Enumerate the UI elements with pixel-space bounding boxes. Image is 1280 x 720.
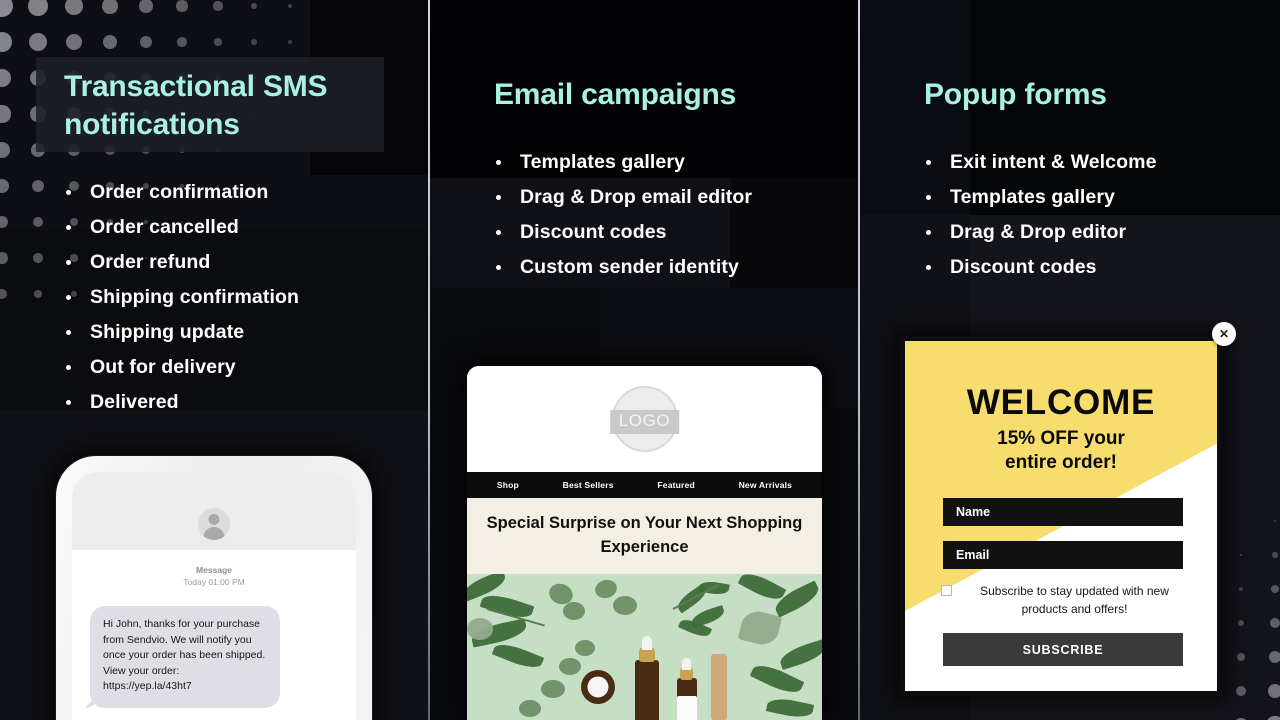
sms-bubble: Hi John, thanks for your purchase from S… — [90, 606, 280, 708]
close-icon[interactable]: ✕ — [1212, 322, 1236, 346]
list-item: Drag & Drop editor — [924, 215, 1157, 250]
consent-label: Subscribe to stay updated with new produ… — [980, 584, 1169, 616]
contact-avatar-icon — [198, 508, 230, 540]
list-item: Shipping confirmation — [64, 280, 299, 315]
list-item: Drag & Drop email editor — [494, 180, 752, 215]
column-heading-sms: Transactional SMS notifications — [64, 70, 328, 142]
consent-row[interactable]: Subscribe to stay updated with new produ… — [941, 582, 1191, 618]
popup-form-mockup: WELCOME 15% OFF your entire order! Name … — [900, 336, 1222, 696]
popup-yellow-shape — [905, 341, 1217, 611]
email-nav-item[interactable]: Shop — [497, 480, 519, 490]
message-timestamp: Today 01:00 PM — [183, 577, 245, 587]
phone-mockup: Message Today 01:00 PM Hi John, thanks f… — [56, 456, 372, 720]
list-item: Templates gallery — [494, 145, 752, 180]
popup-subtitle: 15% OFF your entire order! — [997, 428, 1125, 473]
email-logo-area: LOGO — [467, 366, 822, 472]
list-item: Out for delivery — [64, 350, 299, 385]
email-headline: Special Surprise on Your Next Shopping E… — [467, 498, 822, 574]
product-jar — [581, 670, 615, 704]
product-tube — [711, 654, 727, 720]
message-label: Message — [196, 565, 232, 575]
column-heading-email: Email campaigns — [494, 78, 737, 111]
list-item: Shipping update — [64, 315, 299, 350]
list-item: Delivered — [64, 385, 299, 420]
email-hero-photo — [467, 574, 822, 720]
feature-list-sms: Order confirmation Order cancelled Order… — [64, 175, 299, 420]
email-nav-bar: Shop Best Sellers Featured New Arrivals — [467, 472, 822, 498]
feature-list-popup: Exit intent & Welcome Templates gallery … — [924, 145, 1157, 285]
message-meta: Message Today 01:00 PM — [72, 550, 356, 588]
email-template-mockup: LOGO Shop Best Sellers Featured New Arri… — [467, 366, 822, 720]
email-nav-item[interactable]: New Arrivals — [739, 480, 793, 490]
list-item: Order refund — [64, 245, 299, 280]
popup-title: WELCOME — [966, 383, 1156, 422]
list-item: Exit intent & Welcome — [924, 145, 1157, 180]
email-nav-item[interactable]: Featured — [657, 480, 695, 490]
slide-canvas: Transactional SMS notifications Order co… — [0, 0, 1280, 720]
column-heading-popup: Popup forms — [924, 78, 1107, 111]
list-item: Discount codes — [924, 250, 1157, 285]
list-item: Order cancelled — [64, 210, 299, 245]
consent-checkbox[interactable] — [941, 585, 952, 596]
list-item: Order confirmation — [64, 175, 299, 210]
phone-screen: Message Today 01:00 PM Hi John, thanks f… — [72, 550, 356, 720]
email-input[interactable]: Email — [943, 541, 1183, 569]
name-input[interactable]: Name — [943, 498, 1183, 526]
product-bottle-large — [635, 660, 659, 720]
list-item: Templates gallery — [924, 180, 1157, 215]
email-logo-text: LOGO — [609, 410, 680, 434]
list-item: Discount codes — [494, 215, 752, 250]
list-item: Custom sender identity — [494, 250, 752, 285]
subscribe-button[interactable]: SUBSCRIBE — [943, 633, 1183, 666]
email-nav-item[interactable]: Best Sellers — [563, 480, 614, 490]
phone-header-bar — [72, 472, 356, 550]
feature-list-email: Templates gallery Drag & Drop email edit… — [494, 145, 752, 285]
